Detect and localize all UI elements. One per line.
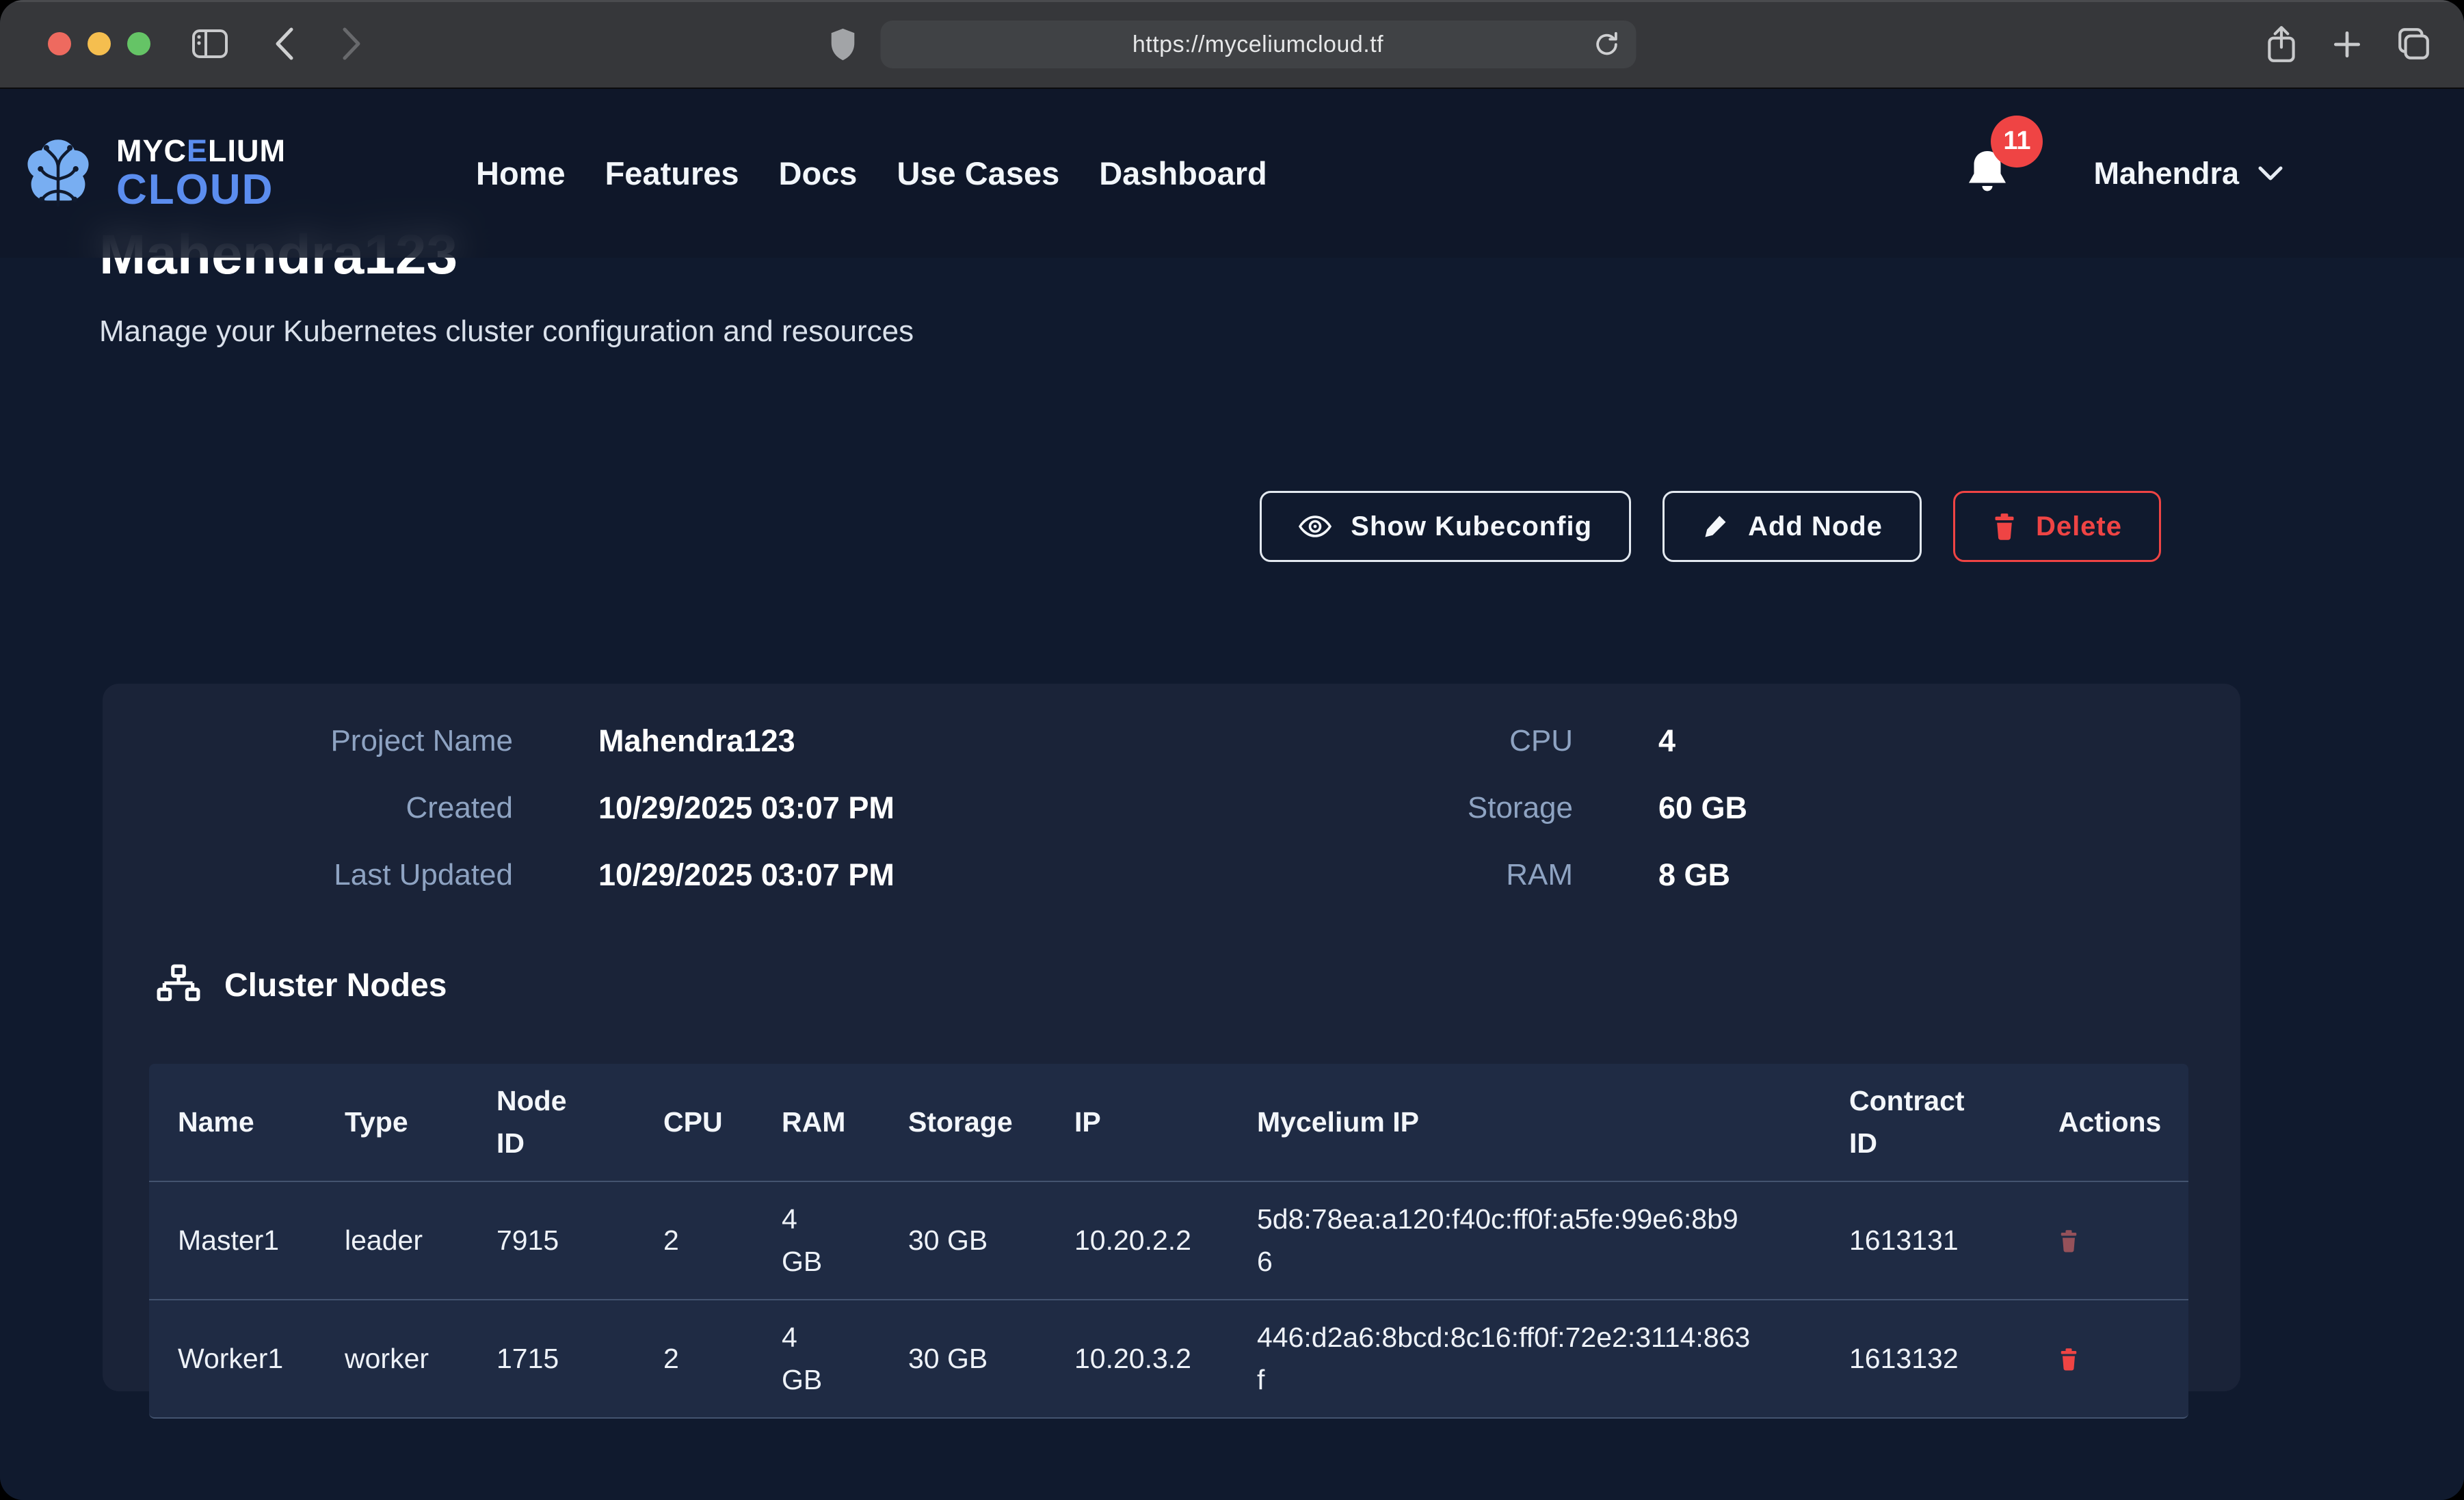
nav-home[interactable]: Home bbox=[476, 155, 566, 192]
page-content: Mahendra123 Manage your Kubernetes clust… bbox=[0, 89, 2464, 1500]
ram-value: 8 GB bbox=[1658, 857, 2240, 893]
delete-node-button[interactable] bbox=[2058, 1347, 2079, 1371]
site-header: MYCELIUM CLOUD Home Features Docs Use Ca… bbox=[0, 89, 2464, 258]
trash-icon bbox=[2058, 1347, 2079, 1371]
delete-node-button[interactable] bbox=[2058, 1229, 2079, 1253]
last-updated-value: 10/29/2025 03:07 PM bbox=[598, 857, 1111, 893]
window-controls bbox=[48, 32, 150, 55]
col-mycelium-ip: Mycelium IP bbox=[1228, 1085, 1820, 1160]
cluster-nodes-table: Name Type Node ID CPU RAM Storage IP Myc… bbox=[149, 1064, 2188, 1419]
col-storage: Storage bbox=[879, 1085, 1046, 1160]
forward-icon[interactable] bbox=[341, 26, 364, 62]
notifications-button[interactable]: 11 bbox=[1962, 147, 2013, 200]
url-text: https://myceliumcloud.tf bbox=[1132, 31, 1383, 58]
delete-cluster-button[interactable]: Delete bbox=[1953, 491, 2161, 562]
node-cpu: 2 bbox=[635, 1203, 753, 1278]
trash-icon bbox=[1992, 512, 2017, 541]
new-tab-icon[interactable] bbox=[2330, 27, 2364, 62]
node-id: 1715 bbox=[468, 1322, 635, 1397]
pencil-icon bbox=[1701, 513, 1729, 540]
back-icon[interactable] bbox=[272, 26, 295, 62]
node-name: Worker1 bbox=[149, 1322, 316, 1397]
show-kubeconfig-button[interactable]: Show Kubeconfig bbox=[1260, 491, 1631, 562]
node-type: leader bbox=[316, 1203, 468, 1278]
delete-label: Delete bbox=[2036, 511, 2122, 542]
node-storage: 30 GB bbox=[879, 1203, 1046, 1278]
page-subtitle: Manage your Kubernetes cluster configura… bbox=[99, 314, 914, 349]
add-node-label: Add Node bbox=[1748, 511, 1883, 542]
created-value: 10/29/2025 03:07 PM bbox=[598, 790, 1111, 826]
storage-label: Storage bbox=[1197, 791, 1573, 825]
logo-text: MYCELIUM CLOUD bbox=[116, 135, 286, 211]
col-type: Type bbox=[316, 1085, 468, 1160]
col-contract-id: Contract ID bbox=[1820, 1064, 2030, 1181]
close-button[interactable] bbox=[48, 32, 71, 55]
nav-dashboard[interactable]: Dashboard bbox=[1099, 155, 1267, 192]
node-contract-id: 1613132 bbox=[1820, 1322, 2030, 1397]
ram-label: RAM bbox=[1197, 858, 1573, 892]
cluster-nodes-title: Cluster Nodes bbox=[224, 967, 447, 1004]
node-type: worker bbox=[316, 1322, 468, 1397]
node-cpu: 2 bbox=[635, 1322, 753, 1397]
cpu-label: CPU bbox=[1197, 724, 1573, 758]
nav-docs[interactable]: Docs bbox=[779, 155, 858, 192]
tab-overview-icon[interactable] bbox=[2396, 27, 2431, 62]
minimize-button[interactable] bbox=[88, 32, 111, 55]
add-node-button[interactable]: Add Node bbox=[1662, 491, 1922, 562]
zoom-button[interactable] bbox=[127, 32, 150, 55]
node-ip: 10.20.2.2 bbox=[1046, 1203, 1228, 1278]
trash-icon bbox=[2058, 1229, 2079, 1253]
cluster-info-grid: Project Name Mahendra123 CPU 4 Created 1… bbox=[103, 684, 2240, 893]
node-ip: 10.20.3.2 bbox=[1046, 1322, 1228, 1397]
notification-badge: 11 bbox=[1991, 116, 2043, 168]
node-contract-id: 1613131 bbox=[1820, 1203, 2030, 1278]
sidebar-toggle-icon[interactable] bbox=[190, 27, 230, 61]
node-id: 7915 bbox=[468, 1203, 635, 1278]
table-row: Worker1 worker 1715 2 4 GB 30 GB 10.20.3… bbox=[149, 1300, 2188, 1417]
storage-value: 60 GB bbox=[1658, 790, 2240, 826]
cluster-details-card: Project Name Mahendra123 CPU 4 Created 1… bbox=[103, 684, 2240, 1391]
table-header-row: Name Type Node ID CPU RAM Storage IP Myc… bbox=[149, 1064, 2188, 1182]
project-name-value: Mahendra123 bbox=[598, 723, 1111, 759]
cpu-value: 4 bbox=[1658, 723, 2240, 759]
chevron-down-icon bbox=[2257, 165, 2284, 183]
node-mycelium-ip: 446:d2a6:8bcd:8c16:ff0f:72e2:3114:863f bbox=[1228, 1300, 1820, 1417]
user-name: Mahendra bbox=[2093, 156, 2239, 191]
logo-line2: CLOUD bbox=[116, 169, 286, 211]
cluster-actions: Show Kubeconfig Add Node Delete bbox=[1260, 491, 2161, 562]
col-cpu: CPU bbox=[635, 1085, 753, 1160]
col-name: Name bbox=[149, 1085, 316, 1160]
logo[interactable]: MYCELIUM CLOUD bbox=[21, 133, 286, 215]
address-bar[interactable]: https://myceliumcloud.tf bbox=[880, 21, 1636, 68]
project-name-label: Project Name bbox=[103, 724, 513, 758]
col-node-id: Node ID bbox=[468, 1064, 635, 1181]
privacy-shield-icon[interactable] bbox=[828, 27, 857, 62]
logo-line1: MYCELIUM bbox=[116, 135, 286, 166]
col-ram: RAM bbox=[753, 1085, 879, 1160]
node-storage: 30 GB bbox=[879, 1322, 1046, 1397]
browser-toolbar: https://myceliumcloud.tf bbox=[0, 0, 2464, 89]
node-ram: 4 GB bbox=[753, 1300, 879, 1417]
main-nav: Home Features Docs Use Cases Dashboard bbox=[476, 155, 1267, 192]
nav-features[interactable]: Features bbox=[605, 155, 739, 192]
table-row: Master1 leader 7915 2 4 GB 30 GB 10.20.2… bbox=[149, 1182, 2188, 1300]
col-actions: Actions bbox=[2030, 1085, 2188, 1160]
browser-window: https://myceliumcloud.tf bbox=[0, 0, 2464, 1500]
created-label: Created bbox=[103, 791, 513, 825]
cluster-nodes-heading: Cluster Nodes bbox=[156, 963, 447, 1008]
network-icon bbox=[156, 963, 201, 1008]
node-mycelium-ip: 5d8:78ea:a120:f40c:ff0f:a5fe:99e6:8b96 bbox=[1228, 1182, 1820, 1299]
last-updated-label: Last Updated bbox=[103, 858, 513, 892]
node-name: Master1 bbox=[149, 1203, 316, 1278]
mycelium-cloud-logo-icon bbox=[21, 133, 96, 215]
show-kubeconfig-label: Show Kubeconfig bbox=[1351, 511, 1592, 542]
node-ram: 4 GB bbox=[753, 1182, 879, 1299]
share-icon[interactable] bbox=[2264, 25, 2299, 64]
user-menu[interactable]: Mahendra bbox=[2093, 156, 2284, 191]
nav-use-cases[interactable]: Use Cases bbox=[897, 155, 1059, 192]
col-ip: IP bbox=[1046, 1085, 1228, 1160]
eye-icon bbox=[1299, 514, 1332, 539]
refresh-icon[interactable] bbox=[1592, 30, 1621, 59]
